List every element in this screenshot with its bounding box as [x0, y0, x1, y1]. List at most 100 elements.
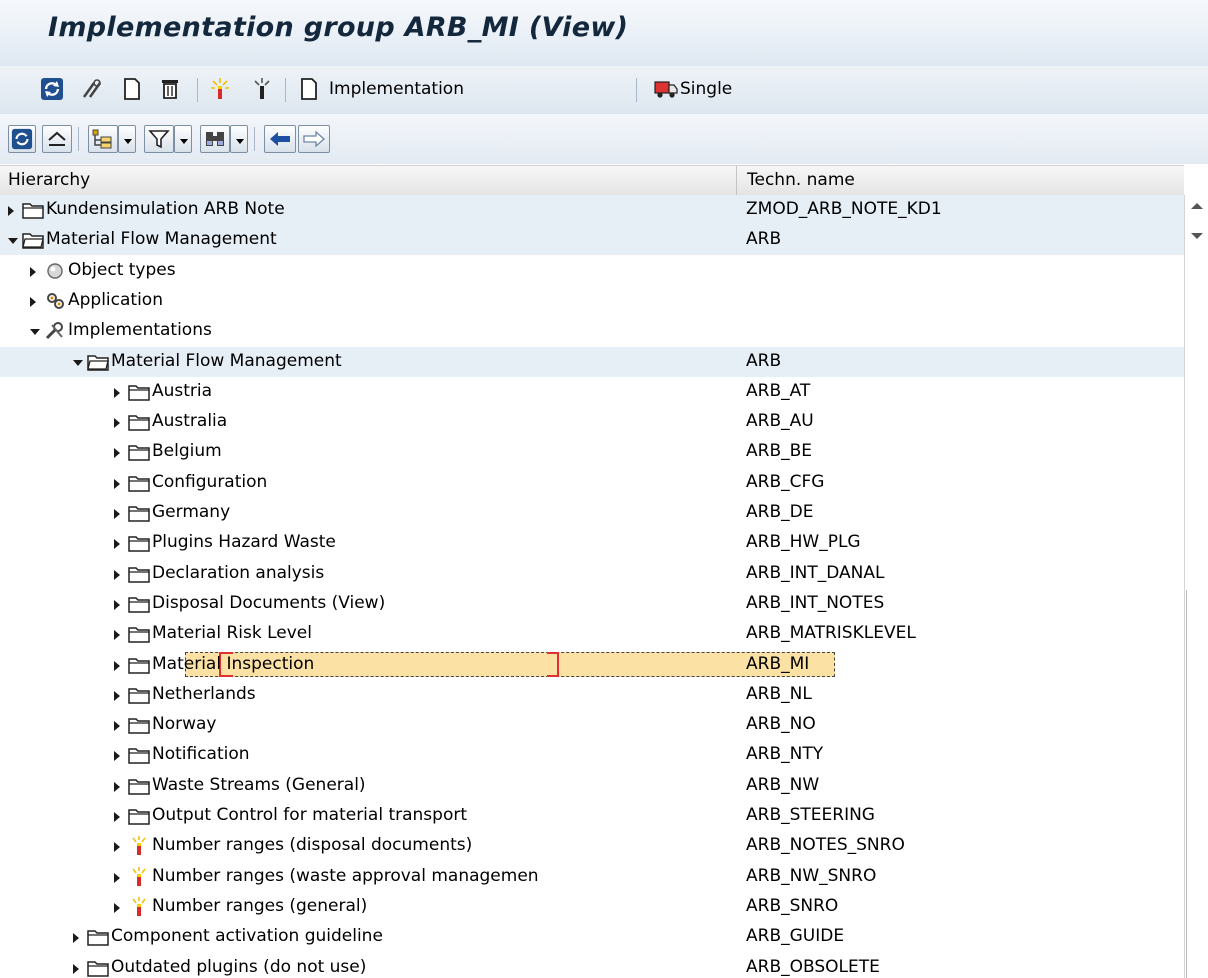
tree-row[interactable]: Plugins Hazard Waste ARB_HW_PLG: [0, 528, 1184, 558]
scroll-down-arrow-icon[interactable]: [1191, 233, 1203, 239]
expand-node-icon[interactable]: [114, 570, 120, 580]
tree-row[interactable]: Notification ARB_NTY: [0, 740, 1184, 770]
tree-node-label[interactable]: Number ranges (general): [152, 896, 367, 916]
column-hierarchy[interactable]: Hierarchy: [8, 170, 90, 190]
tree-node-label[interactable]: Implementations: [68, 320, 212, 340]
expand-node-icon[interactable]: [114, 418, 120, 428]
expand-node-icon[interactable]: [114, 539, 120, 549]
scroll-up-arrow-icon[interactable]: [1191, 203, 1203, 209]
expand-node-icon[interactable]: [114, 751, 120, 761]
filter-dropdown[interactable]: [174, 125, 192, 153]
tree-node-label[interactable]: Declaration analysis: [152, 563, 324, 583]
tree-node-label[interactable]: Number ranges (waste approval managemen: [152, 866, 539, 886]
tree-row[interactable]: Output Control for material transport ARB…: [0, 801, 1184, 831]
column-divider[interactable]: [736, 166, 737, 195]
tree-node-label[interactable]: Netherlands: [152, 684, 256, 704]
tree-row[interactable]: Australia ARB_AU: [0, 407, 1184, 437]
expand-subtree-button[interactable]: [88, 125, 118, 153]
where-used-icon[interactable]: [250, 77, 274, 101]
tree-node-label[interactable]: Kundensimulation ARB Note: [46, 199, 285, 219]
tree-node-label[interactable]: Object types: [68, 260, 176, 280]
tree-row[interactable]: Kundensimulation ARB Note ZMOD_ARB_NOTE_K…: [0, 195, 1184, 225]
tree-node-label[interactable]: Austria: [152, 381, 212, 401]
tree-node-label[interactable]: Notification: [152, 744, 250, 764]
new-document-icon[interactable]: [120, 77, 144, 101]
collapse-node-icon[interactable]: [30, 329, 40, 335]
tree-row[interactable]: Disposal Documents (View) ARB_INT_NOTES: [0, 589, 1184, 619]
tree-row[interactable]: Number ranges (disposal documents) ARB_NO…: [0, 831, 1184, 861]
find-button[interactable]: [200, 125, 230, 153]
forward-button[interactable]: [298, 125, 330, 153]
tree-row-selected[interactable]: Material Inspection ARB_MI: [0, 650, 1184, 680]
tree-row[interactable]: Component activation guideline ARB_GUIDE: [0, 922, 1184, 952]
tree-row[interactable]: Norway ARB_NO: [0, 710, 1184, 740]
tree-node-label[interactable]: Output Control for material transport: [152, 805, 467, 825]
expand-node-icon[interactable]: [73, 933, 79, 943]
tree-node-label[interactable]: Outdated plugins (do not use): [111, 957, 366, 977]
tree-row[interactable]: Outdated plugins (do not use) ARB_OBSOLET…: [0, 953, 1184, 978]
tree-row[interactable]: Austria ARB_AT: [0, 377, 1184, 407]
tree-node-label[interactable]: Component activation guideline: [111, 926, 383, 946]
tree-node-label[interactable]: Belgium: [152, 441, 222, 461]
tree-node-label[interactable]: Disposal Documents (View): [152, 593, 385, 613]
expand-node-icon[interactable]: [114, 509, 120, 519]
tree-row[interactable]: Declaration analysis ARB_INT_DANAL: [0, 559, 1184, 589]
tree-node-label[interactable]: Material Flow Management: [46, 229, 277, 249]
expand-node-icon[interactable]: [114, 721, 120, 731]
collapse-tree-button[interactable]: [42, 125, 72, 153]
collapse-node-icon[interactable]: [8, 238, 18, 244]
tree-row[interactable]: Germany ARB_DE: [0, 498, 1184, 528]
tree-row[interactable]: Application: [0, 286, 1184, 316]
implementation-button[interactable]: Implementation: [329, 79, 464, 99]
tree-row[interactable]: Waste Streams (General) ARB_NW: [0, 771, 1184, 801]
filter-button[interactable]: [144, 125, 174, 153]
tree-row[interactable]: Implementations: [0, 316, 1184, 346]
single-button[interactable]: Single: [680, 79, 732, 99]
tree-node-label[interactable]: Waste Streams (General): [152, 775, 366, 795]
tree-row[interactable]: Material Flow Management ARB: [0, 347, 1184, 377]
tree-node-label[interactable]: Number ranges (disposal documents): [152, 835, 472, 855]
refresh-icon[interactable]: [40, 77, 64, 101]
tree-node-label[interactable]: Germany: [152, 502, 230, 522]
hierarchy-dropdown[interactable]: [118, 125, 136, 153]
collapse-node-icon[interactable]: [73, 360, 83, 366]
tree-row[interactable]: Netherlands ARB_NL: [0, 680, 1184, 710]
expand-node-icon[interactable]: [114, 873, 120, 883]
expand-node-icon[interactable]: [114, 479, 120, 489]
expand-node-icon[interactable]: [114, 661, 120, 671]
truck-icon[interactable]: [654, 77, 678, 101]
tree-node-label[interactable]: Norway: [152, 714, 217, 734]
expand-node-icon[interactable]: [73, 964, 79, 974]
expand-node-icon[interactable]: [114, 630, 120, 640]
tree-row[interactable]: Configuration ARB_CFG: [0, 468, 1184, 498]
expand-node-icon[interactable]: [114, 600, 120, 610]
expand-node-icon[interactable]: [114, 903, 120, 913]
find-dropdown[interactable]: [230, 125, 248, 153]
expand-node-icon[interactable]: [114, 448, 120, 458]
number-range-icon[interactable]: [208, 77, 232, 101]
expand-node-icon[interactable]: [114, 812, 120, 822]
back-button[interactable]: [264, 125, 296, 153]
column-techn-name[interactable]: Techn. name: [747, 170, 855, 190]
refresh-tree-button[interactable]: [8, 125, 36, 153]
tree-node-label[interactable]: Plugins Hazard Waste: [152, 532, 336, 552]
expand-node-icon[interactable]: [114, 388, 120, 398]
tree-row[interactable]: Material Flow Management ARB: [0, 225, 1184, 255]
tree-row[interactable]: Number ranges (waste approval managemen A…: [0, 862, 1184, 892]
tree-node-label[interactable]: Configuration: [152, 472, 267, 492]
tree-node-label[interactable]: Material Risk Level: [152, 623, 312, 643]
expand-node-icon[interactable]: [30, 267, 36, 277]
tree-row[interactable]: Belgium ARB_BE: [0, 437, 1184, 467]
tree-row[interactable]: Number ranges (general) ARB_SNRO: [0, 892, 1184, 922]
expand-node-icon[interactable]: [8, 206, 14, 216]
expand-node-icon[interactable]: [30, 297, 36, 307]
tree-node-label[interactable]: Material Inspection: [152, 654, 314, 674]
tree-node-label[interactable]: Material Flow Management: [111, 351, 342, 371]
tree-node-label[interactable]: Australia: [152, 411, 227, 431]
expand-node-icon[interactable]: [114, 691, 120, 701]
tree-row[interactable]: Object types: [0, 256, 1184, 286]
tree-row[interactable]: Material Risk Level ARB_MATRISKLEVEL: [0, 619, 1184, 649]
display-change-icon[interactable]: [80, 77, 104, 101]
expand-node-icon[interactable]: [114, 842, 120, 852]
scrollbar-thumb[interactable]: [1186, 590, 1208, 978]
